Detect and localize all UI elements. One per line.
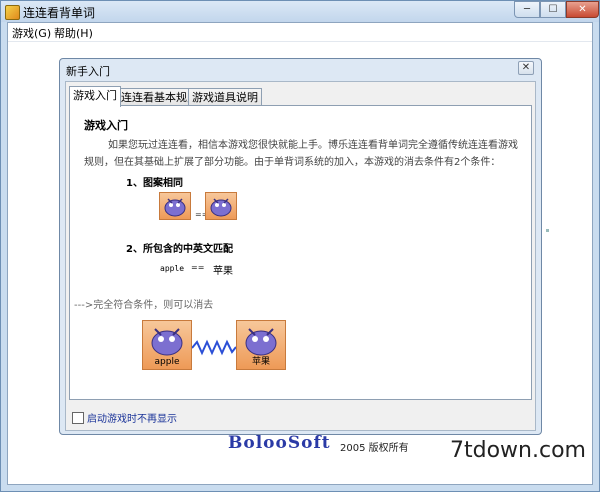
scroll-indicator [546,229,549,232]
link-lightning-icon [192,339,236,356]
intro-paragraph: 如果您玩过连连看，相信本游戏您很快就能上手。博乐连连看背单词完全遵循传统连连看游… [84,140,518,168]
menu-help[interactable]: 帮助(H) [54,25,93,41]
tab-items-help[interactable]: 游戏道具说明 [188,88,262,106]
example-equals: == [191,263,205,272]
dialog-body: 游戏入门 连连看基本规则 游戏道具说明 游戏入门 如果您玩过连连看，相信本游戏您… [65,81,536,431]
creature-icon [210,198,232,217]
brand-logo: BolooSoft [228,433,331,453]
rule-1-heading: 1、图案相同 [126,178,183,189]
pattern-tile-left [159,192,191,220]
window-title: 连连看背单词 [23,6,96,20]
watermark: 7tdown.com [450,438,586,463]
menu-game[interactable]: 游戏(G) [12,25,51,41]
dialog-title: 新手入门 [66,65,110,78]
example-english: apple [160,264,185,273]
tile-label-english: apple [154,357,180,367]
creature-icon [164,198,186,217]
section-heading: 游戏入门 [84,119,128,132]
tutorial-dialog: 新手入门 ✕ 游戏入门 连连看基本规则 游戏道具说明 游戏入门 如果您玩过连连看… [59,58,542,435]
word-tile-english: apple [142,320,192,370]
pattern-tile-right [205,192,237,220]
close-button[interactable]: ✕ [566,1,599,18]
maximize-button[interactable]: ☐ [540,1,566,18]
copyright-text: 2005 版权所有 [340,443,409,454]
menu-bar: 游戏(G) 帮助(H) [8,23,592,42]
minimize-button[interactable]: ─ [514,1,540,18]
word-tile-chinese: 苹果 [236,320,286,370]
tile-label-chinese: 苹果 [251,357,270,367]
dont-show-again-checkbox[interactable] [72,412,84,424]
app-icon [5,5,20,20]
title-bar[interactable]: 连连看背单词 ─ ☐ ✕ [1,1,599,22]
example-chinese: 苹果 [213,266,233,277]
tab-panel: 游戏入门 如果您玩过连连看，相信本游戏您很快就能上手。博乐连连看背单词完全遵循传… [69,105,532,400]
condition-text: --->完全符合条件，则可以消去 [74,300,214,311]
tab-getting-started[interactable]: 游戏入门 [69,86,121,107]
dialog-close-button[interactable]: ✕ [518,61,534,75]
creature-icon [151,328,183,356]
dont-show-again-label[interactable]: 启动游戏时不再显示 [87,410,177,425]
rule-2-heading: 2、所包含的中英文匹配 [126,244,233,255]
